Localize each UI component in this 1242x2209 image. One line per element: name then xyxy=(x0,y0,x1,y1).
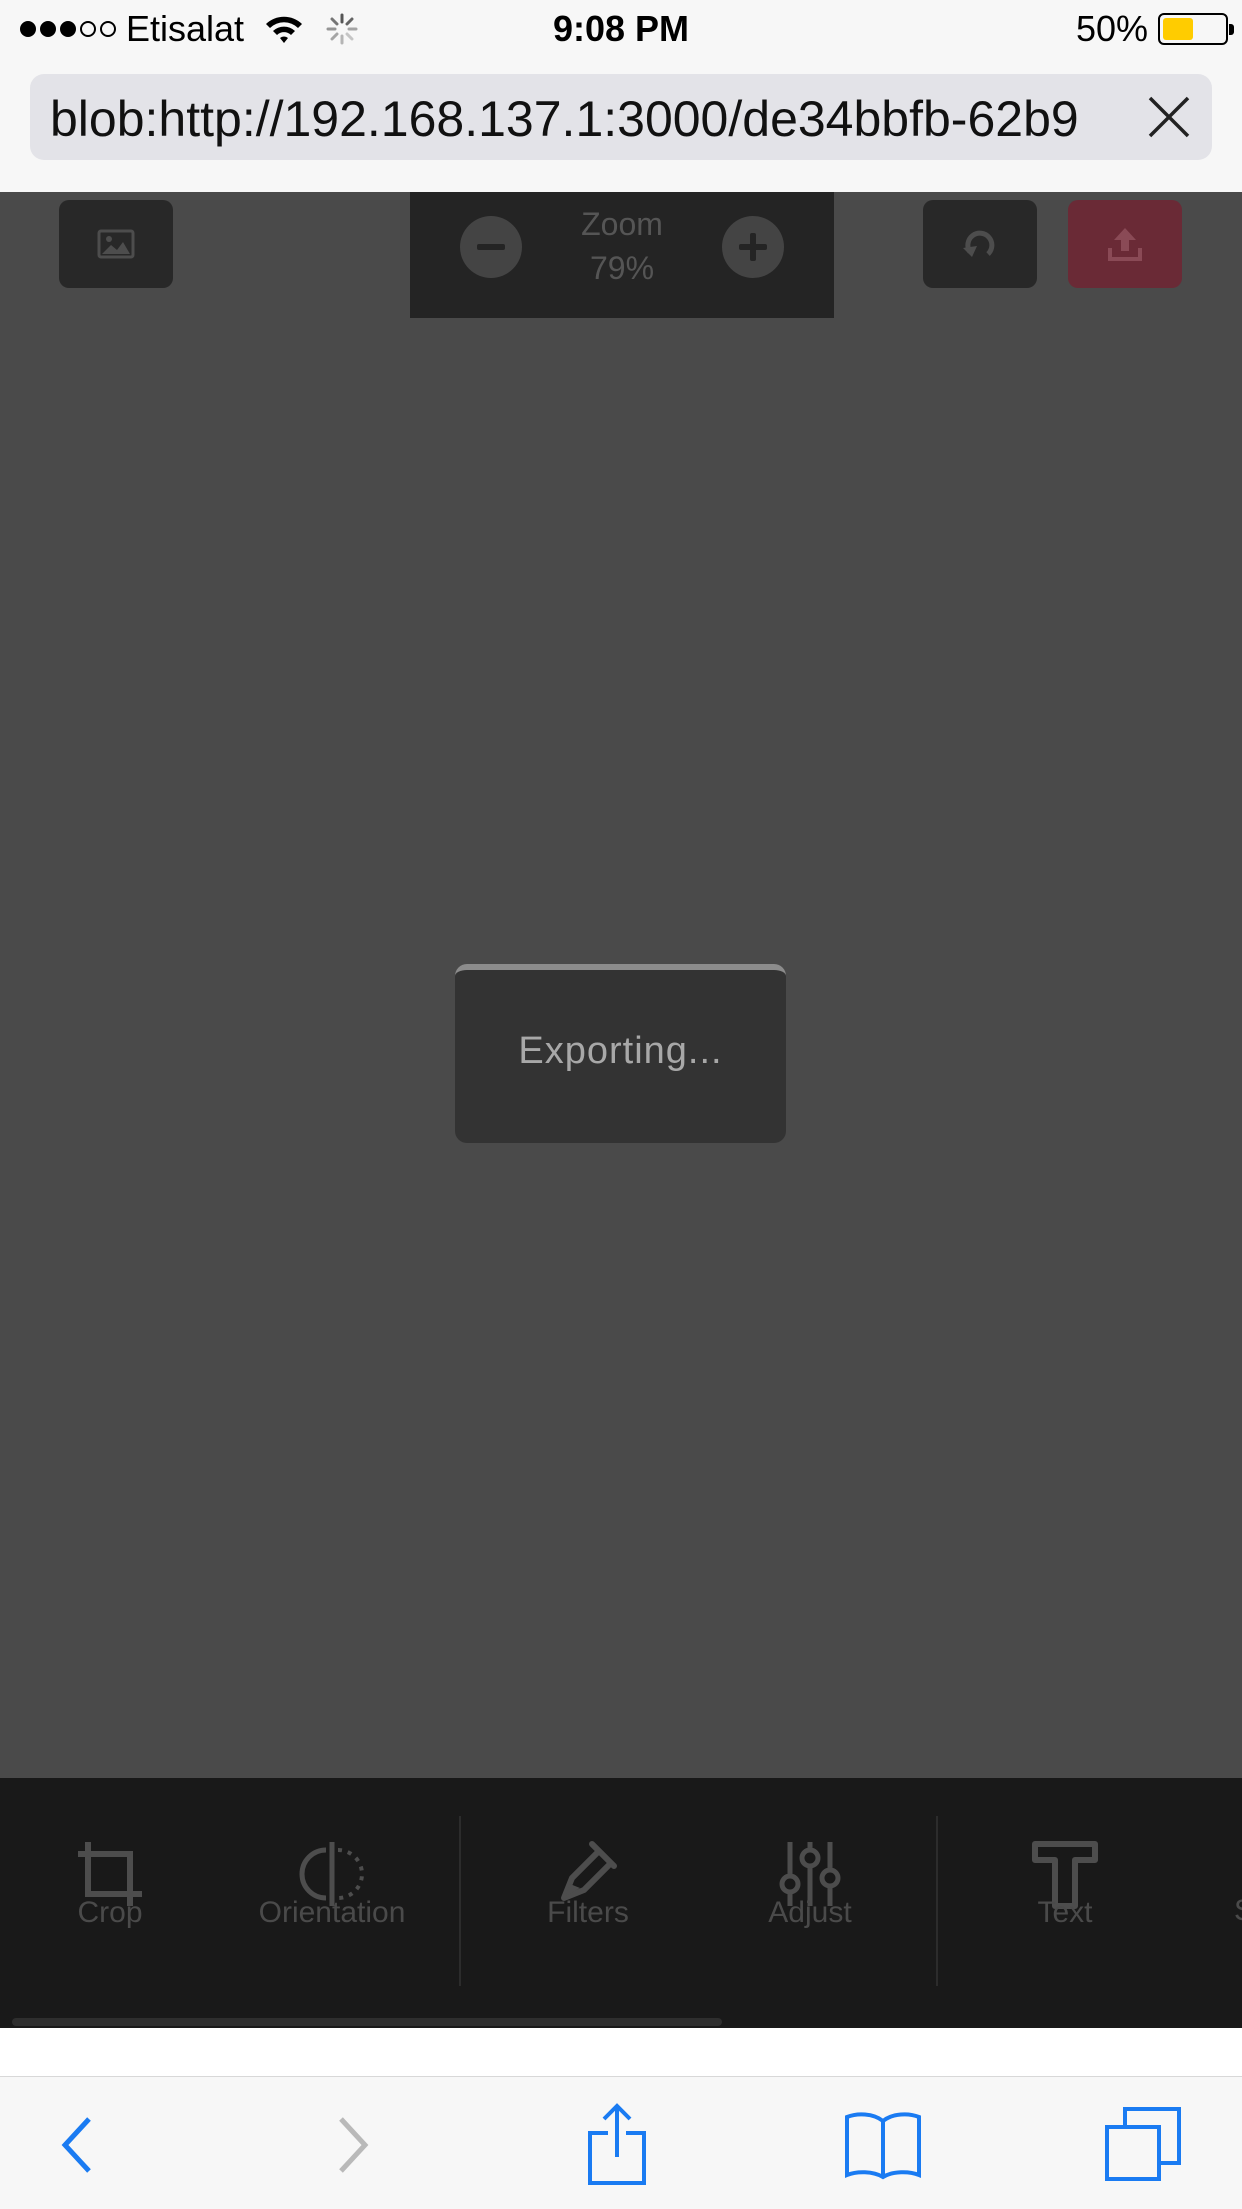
tool-label: Orientation xyxy=(258,1896,406,1929)
toolbar-divider xyxy=(936,1816,938,1986)
battery-fill xyxy=(1163,18,1193,40)
battery-percent: 50% xyxy=(1075,8,1148,49)
tool-filters[interactable]: Filters xyxy=(478,1778,698,1968)
tool-orientation[interactable]: Orientation xyxy=(222,1778,442,1968)
tool-label: Text xyxy=(1037,1896,1093,1929)
close-icon[interactable] xyxy=(1146,94,1192,140)
tool-label: Adjust xyxy=(768,1896,852,1929)
browser-toolbar xyxy=(0,2076,1242,2209)
tabs-icon xyxy=(1105,2107,1181,2181)
address-bar-area: blob:http://192.168.137.1:3000/de34bbfb-… xyxy=(0,62,1242,192)
undo-icon xyxy=(963,230,995,257)
status-right: 50% xyxy=(1075,8,1234,50)
chevron-right-icon xyxy=(339,2117,369,2173)
zoom-label: Zoom 79% xyxy=(522,202,722,290)
zoom-panel: Zoom 79% xyxy=(410,192,834,318)
address-field[interactable]: blob:http://192.168.137.1:3000/de34bbfb-… xyxy=(30,74,1212,160)
tool-crop[interactable]: Crop xyxy=(0,1778,220,1968)
chevron-left-icon xyxy=(61,2117,91,2173)
zoom-title: Zoom xyxy=(581,206,663,242)
toolbar-scrollbar[interactable] xyxy=(12,2018,722,2026)
upload-icon xyxy=(1108,228,1142,261)
tool-label: Filters xyxy=(547,1896,629,1929)
content-bottom-strip xyxy=(0,2028,1242,2076)
clock: 9:08 PM xyxy=(552,8,690,49)
zoom-value: 79% xyxy=(589,250,655,286)
tool-text[interactable]: Text xyxy=(955,1778,1175,1968)
url-text[interactable]: blob:http://192.168.137.1:3000/de34bbfb-… xyxy=(50,90,1140,148)
battery-icon xyxy=(1158,13,1234,45)
export-button[interactable] xyxy=(1068,200,1182,288)
zoom-in-button[interactable] xyxy=(722,216,784,278)
bookmarks-button[interactable] xyxy=(838,2105,928,2185)
image-icon xyxy=(97,229,135,259)
exporting-dialog: Exporting... xyxy=(455,964,786,1143)
editor-toolbar: Crop Orientation Filters Adjust Text xyxy=(0,1778,1242,2028)
undo-button[interactable] xyxy=(923,200,1037,288)
status-bar: Etisalat 9:08 PM 50% xyxy=(0,0,1242,62)
tabs-button[interactable] xyxy=(1098,2105,1188,2185)
share-button[interactable] xyxy=(572,2103,662,2185)
next-tool-peek: S xyxy=(1234,1894,1242,1934)
toolbar-divider xyxy=(459,1816,461,1986)
open-image-button[interactable] xyxy=(59,200,173,288)
tool-adjust[interactable]: Adjust xyxy=(700,1778,920,1968)
zoom-out-button[interactable] xyxy=(460,216,522,278)
back-button[interactable] xyxy=(32,2105,122,2185)
dialog-message: Exporting... xyxy=(518,1030,723,1072)
tool-label: Crop xyxy=(77,1896,143,1929)
share-icon xyxy=(588,2103,646,2185)
forward-button[interactable] xyxy=(308,2105,398,2185)
book-icon xyxy=(845,2112,921,2180)
